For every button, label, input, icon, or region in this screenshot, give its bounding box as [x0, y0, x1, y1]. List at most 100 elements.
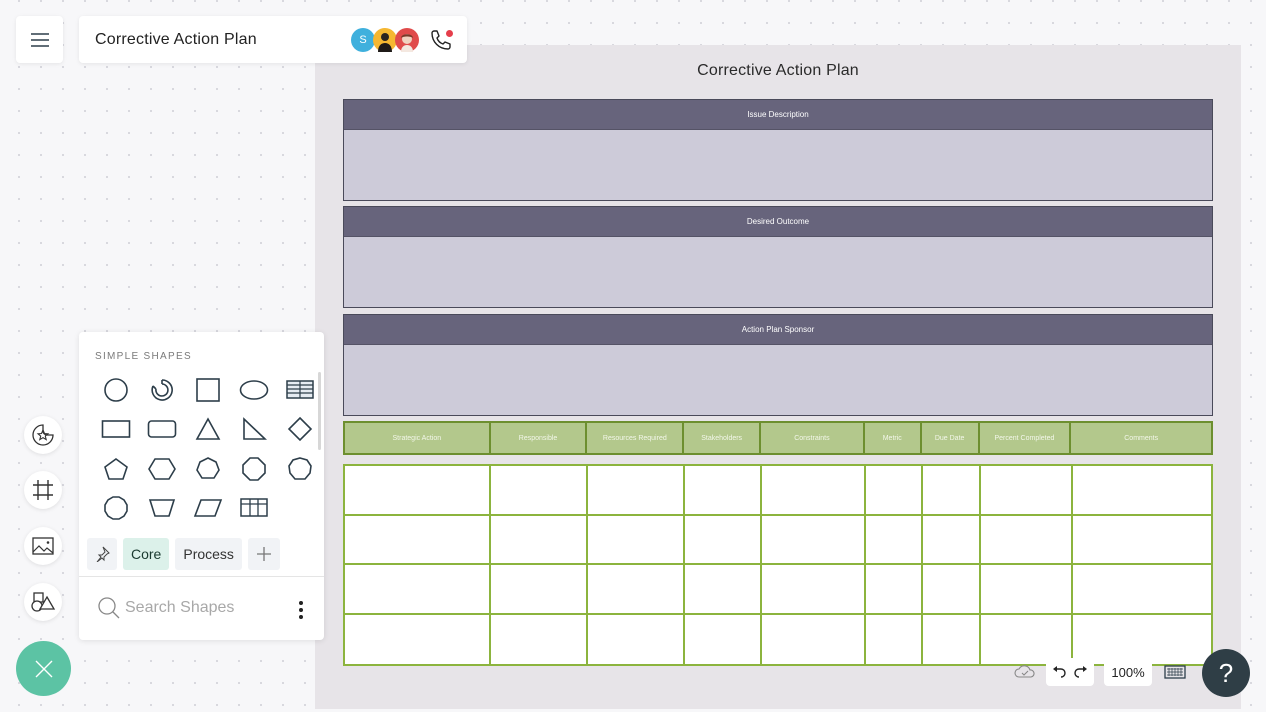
- shape-square[interactable]: [185, 370, 231, 410]
- shape-ellipse[interactable]: [231, 370, 277, 410]
- table-cell[interactable]: [588, 515, 685, 563]
- table-cell[interactable]: [685, 565, 762, 613]
- tab-process[interactable]: Process: [175, 538, 242, 570]
- column-header[interactable]: Stakeholders: [684, 423, 762, 453]
- table-cell[interactable]: [981, 515, 1073, 563]
- table-cell[interactable]: [345, 515, 491, 563]
- shape-right-triangle[interactable]: [231, 410, 277, 450]
- shape-pentagon[interactable]: [93, 449, 139, 489]
- table-cell[interactable]: [923, 614, 981, 664]
- table-cell[interactable]: [685, 614, 762, 664]
- table-cell[interactable]: [762, 466, 866, 514]
- avatar[interactable]: [395, 27, 419, 52]
- column-header[interactable]: Percent Completed: [980, 423, 1072, 453]
- shape-heptagon[interactable]: [185, 449, 231, 489]
- table-cell[interactable]: [588, 466, 685, 514]
- table-cell[interactable]: [866, 515, 923, 563]
- table-header[interactable]: Strategic Action Responsible Resources Req…: [343, 421, 1213, 455]
- zoom-level[interactable]: 100%: [1104, 658, 1152, 686]
- shape-octagon[interactable]: [231, 449, 277, 489]
- column-header[interactable]: Comments: [1071, 423, 1211, 453]
- sticker-button[interactable]: [24, 416, 62, 454]
- tab-core[interactable]: Core: [123, 538, 170, 570]
- table-cell[interactable]: [588, 565, 685, 613]
- shape-trapezoid[interactable]: [139, 489, 185, 529]
- column-header[interactable]: Responsible: [491, 423, 588, 453]
- shape-hexagon[interactable]: [139, 449, 185, 489]
- shape-diamond[interactable]: [277, 410, 323, 450]
- shapes-button[interactable]: [24, 583, 62, 621]
- avatar[interactable]: [373, 27, 397, 52]
- shape-decagon[interactable]: [93, 489, 139, 529]
- table-cell[interactable]: [345, 565, 491, 613]
- shape-panel-scrollbar[interactable]: [318, 372, 321, 450]
- column-header[interactable]: Constraints: [761, 423, 865, 453]
- tab-pinned[interactable]: [87, 538, 117, 570]
- avatar[interactable]: S: [351, 27, 375, 52]
- help-button[interactable]: ?: [1202, 649, 1250, 697]
- table-cell[interactable]: [685, 515, 762, 563]
- call-button[interactable]: [429, 28, 453, 52]
- table-cell[interactable]: [345, 466, 491, 514]
- save-status: [1013, 663, 1037, 679]
- undo-icon[interactable]: [1052, 666, 1066, 678]
- table-cell[interactable]: [762, 515, 866, 563]
- table-cell[interactable]: [981, 466, 1073, 514]
- section-issue-description[interactable]: Issue Description: [343, 99, 1213, 201]
- more-options-button[interactable]: [298, 600, 304, 625]
- section-body[interactable]: [344, 237, 1212, 307]
- frame-button[interactable]: [24, 471, 62, 509]
- column-header[interactable]: Due Date: [922, 423, 980, 453]
- section-action-plan-sponsor[interactable]: Action Plan Sponsor: [343, 314, 1213, 416]
- table-cell[interactable]: [491, 466, 588, 514]
- shape-rounded-rectangle[interactable]: [139, 410, 185, 450]
- column-header[interactable]: Strategic Action: [345, 423, 491, 453]
- table-cell[interactable]: [1073, 565, 1213, 613]
- shape-rectangle[interactable]: [93, 410, 139, 450]
- table-cell[interactable]: [762, 614, 866, 664]
- table-cell[interactable]: [345, 614, 491, 664]
- menu-button[interactable]: [16, 16, 63, 63]
- table-cell[interactable]: [923, 466, 981, 514]
- table-cell[interactable]: [866, 614, 923, 664]
- table-cell[interactable]: [588, 614, 685, 664]
- table-cell[interactable]: [491, 565, 588, 613]
- column-header[interactable]: Metric: [865, 423, 922, 453]
- table-cell[interactable]: [923, 565, 981, 613]
- shape-table[interactable]: [277, 370, 323, 410]
- table-cell[interactable]: [981, 614, 1073, 664]
- table-cell[interactable]: [1073, 466, 1213, 514]
- image-button[interactable]: [24, 527, 62, 565]
- shape-grid[interactable]: [231, 489, 277, 529]
- shape-triangle[interactable]: [185, 410, 231, 450]
- section-body[interactable]: [344, 345, 1212, 415]
- frame-icon: [33, 480, 53, 500]
- shape-arc[interactable]: [139, 370, 185, 410]
- shape-circle[interactable]: [93, 370, 139, 410]
- shape-nonagon[interactable]: [277, 449, 323, 489]
- column-header[interactable]: Resources Required: [587, 423, 685, 453]
- close-panel-button[interactable]: [16, 641, 71, 696]
- table-cell[interactable]: [866, 565, 923, 613]
- section-body[interactable]: [344, 130, 1212, 200]
- table-cell[interactable]: [866, 466, 923, 514]
- add-library-button[interactable]: [247, 538, 280, 570]
- table-body[interactable]: [343, 464, 1213, 666]
- redo-icon[interactable]: [1074, 666, 1088, 678]
- table-cell[interactable]: [685, 466, 762, 514]
- shape-parallelogram[interactable]: [185, 489, 231, 529]
- search-input[interactable]: Search Shapes: [125, 599, 234, 617]
- document-title[interactable]: Corrective Action Plan: [315, 62, 1241, 80]
- table-cell[interactable]: [1073, 516, 1213, 564]
- table-cell[interactable]: [491, 515, 588, 563]
- table-cell[interactable]: [923, 515, 981, 563]
- table-cell[interactable]: [762, 565, 866, 613]
- table-cell[interactable]: [981, 565, 1073, 613]
- section-desired-outcome[interactable]: Desired Outcome: [343, 206, 1213, 308]
- section-header: Desired Outcome: [344, 207, 1212, 237]
- keyboard-shortcuts-button[interactable]: [1164, 665, 1186, 684]
- table-cell[interactable]: [1073, 615, 1213, 665]
- document-name[interactable]: Corrective Action Plan: [95, 31, 353, 49]
- search-shapes[interactable]: Search Shapes: [97, 596, 234, 620]
- table-cell[interactable]: [491, 614, 588, 664]
